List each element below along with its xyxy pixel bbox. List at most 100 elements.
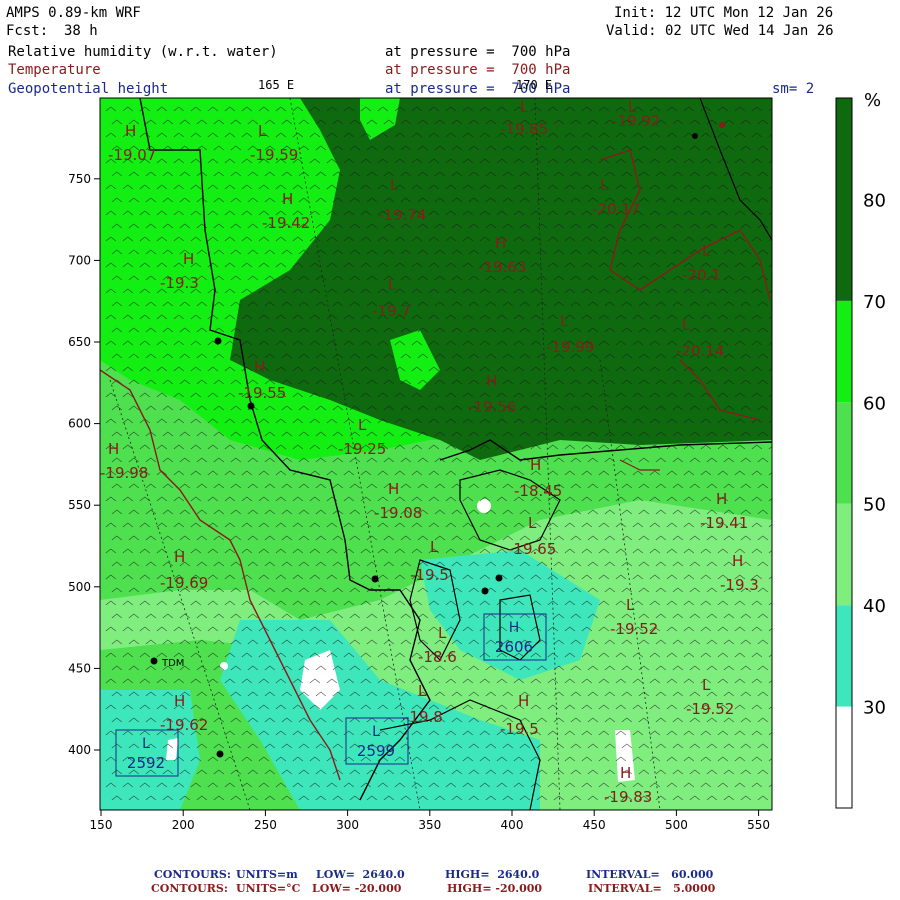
- temp-center-mark: H: [495, 234, 506, 252]
- footer-temp-units: UNITS=°C: [236, 882, 301, 895]
- colorbar-tick-label: 60: [863, 393, 886, 414]
- temp-center-value: -19.41: [700, 514, 748, 532]
- temp-center-mark: L: [430, 538, 439, 556]
- colorbar-band: [836, 605, 852, 707]
- y-tick-label: 650: [68, 335, 91, 349]
- colorbar-band: [836, 503, 852, 606]
- station-dot-tdm: [150, 657, 158, 665]
- x-tick-label: 550: [747, 818, 770, 832]
- temp-center-mark: H: [254, 358, 265, 376]
- temp-center-value: -19.55: [238, 384, 286, 402]
- x-tick-label: 250: [254, 818, 277, 832]
- temp-center-mark: L: [390, 176, 399, 194]
- height-center-mark: H: [509, 620, 520, 636]
- rh-dry-patch-5: [220, 662, 228, 670]
- temp-center-value: -19.08: [374, 504, 422, 522]
- temp-center-mark: H: [620, 764, 631, 782]
- station-dot: [216, 750, 224, 758]
- height-center-value: 2606: [495, 638, 533, 656]
- footer-height-units: UNITS=m: [236, 868, 298, 881]
- temp-center-mark: H: [108, 440, 119, 458]
- temp-center-value: -19.92: [612, 112, 660, 130]
- height-center-value: 2599: [357, 742, 395, 760]
- temp-center-mark: H: [388, 480, 399, 498]
- rh-dry-patch-4: [477, 499, 491, 513]
- x-tick-label: 500: [665, 818, 688, 832]
- temp-center-value: -19.8: [404, 708, 443, 726]
- station-dot: [371, 575, 379, 583]
- colorbar-unit: %: [864, 90, 881, 111]
- temp-center-value: -20.17: [592, 200, 640, 218]
- y-axis-ticks: 400 450 500 550 600 650 700 750: [68, 172, 100, 757]
- footer-height-interval: INTERVAL= 60.000: [586, 868, 714, 881]
- station-dot: [692, 133, 698, 139]
- station-dot: [214, 337, 222, 345]
- temp-center-value: -19.52: [610, 620, 658, 638]
- y-tick-label: 500: [68, 580, 91, 594]
- footer-height-low: LOW= 2640.0: [316, 868, 405, 881]
- temp-center-value: -19.52: [686, 700, 734, 718]
- footer-temp-interval: INTERVAL= 5.0000: [588, 882, 716, 895]
- x-tick-label: 300: [336, 818, 359, 832]
- temp-center-value: -19.63: [478, 258, 526, 276]
- temp-center-mark: L: [258, 122, 267, 140]
- temp-center-value: -19.74: [378, 206, 426, 224]
- temp-center-value: -19.59: [250, 146, 298, 164]
- temp-center-mark: L: [388, 276, 397, 294]
- temp-center-mark: L: [520, 98, 529, 116]
- temp-center-mark: L: [702, 242, 711, 260]
- x-tick-label: 450: [583, 818, 606, 832]
- temp-center-value: -19.98: [100, 464, 148, 482]
- temp-center-value: -19.42: [262, 214, 310, 232]
- y-tick-label: 600: [68, 417, 91, 431]
- temp-center-mark: L: [418, 682, 427, 700]
- temp-center-mark: L: [702, 676, 711, 694]
- colorbar-band: [836, 300, 852, 403]
- colorbar-band: [836, 98, 852, 301]
- temp-center-value: -20.14: [676, 342, 724, 360]
- y-tick-label: 450: [68, 661, 91, 675]
- temp-center-mark: L: [438, 624, 447, 642]
- footer-temp-high: HIGH= -20.000: [447, 882, 543, 895]
- temp-center-value: -19.25: [338, 440, 386, 458]
- temp-center-value: -19.85: [500, 120, 548, 138]
- temp-center-value: -20.1: [682, 266, 721, 284]
- station-dot: [247, 402, 255, 410]
- height-center-mark: L: [372, 724, 380, 740]
- temp-center-mark: H: [732, 552, 743, 570]
- y-tick-label: 750: [68, 172, 91, 186]
- temp-center-value: -18.6: [418, 648, 457, 666]
- temp-center-mark: H: [125, 122, 136, 140]
- temp-center-mark: H: [174, 692, 185, 710]
- colorbar-band: [836, 402, 852, 504]
- temp-center-value: -19.83: [604, 788, 652, 806]
- station-dot: [495, 574, 503, 582]
- temp-center-value: -19.5: [500, 720, 539, 738]
- temp-center-value: -19.7: [372, 302, 411, 320]
- height-center-value: 2592: [127, 754, 165, 772]
- temp-center-mark: L: [682, 316, 691, 334]
- temp-center-mark: H: [282, 190, 293, 208]
- temp-center-mark: L: [600, 176, 609, 194]
- temp-center-value: -19.65: [508, 540, 556, 558]
- temp-center-value: -19.3: [720, 576, 759, 594]
- colorbar-tick-label: 70: [863, 292, 886, 313]
- colorbar-tick-label: 50: [863, 495, 886, 516]
- height-center-mark: L: [142, 736, 150, 752]
- x-tick-label: 350: [418, 818, 441, 832]
- x-tick-label: 200: [172, 818, 195, 832]
- temp-center-mark: H: [174, 548, 185, 566]
- temp-center-value: -19.62: [160, 716, 208, 734]
- station-dot: [719, 122, 725, 128]
- temp-center-mark: L: [560, 312, 569, 330]
- weather-map: TDM H -19.07 L -19.59 L -19.85 L -19.92 H -19.42 L…: [68, 90, 886, 832]
- colorbar-tick-label: 30: [863, 698, 886, 719]
- temp-center-value: -19.56: [468, 398, 516, 416]
- x-tick-label: 150: [90, 818, 113, 832]
- colorbar-band: [836, 706, 852, 808]
- temp-center-mark: H: [716, 490, 727, 508]
- plot-area: TDM H -19.07 L -19.59 L -19.85 L -19.92 H -19.42 L…: [100, 98, 772, 810]
- temp-center-mark: H: [183, 250, 194, 268]
- temp-center-mark: L: [358, 416, 367, 434]
- colorbar-tick-label: 40: [863, 596, 886, 617]
